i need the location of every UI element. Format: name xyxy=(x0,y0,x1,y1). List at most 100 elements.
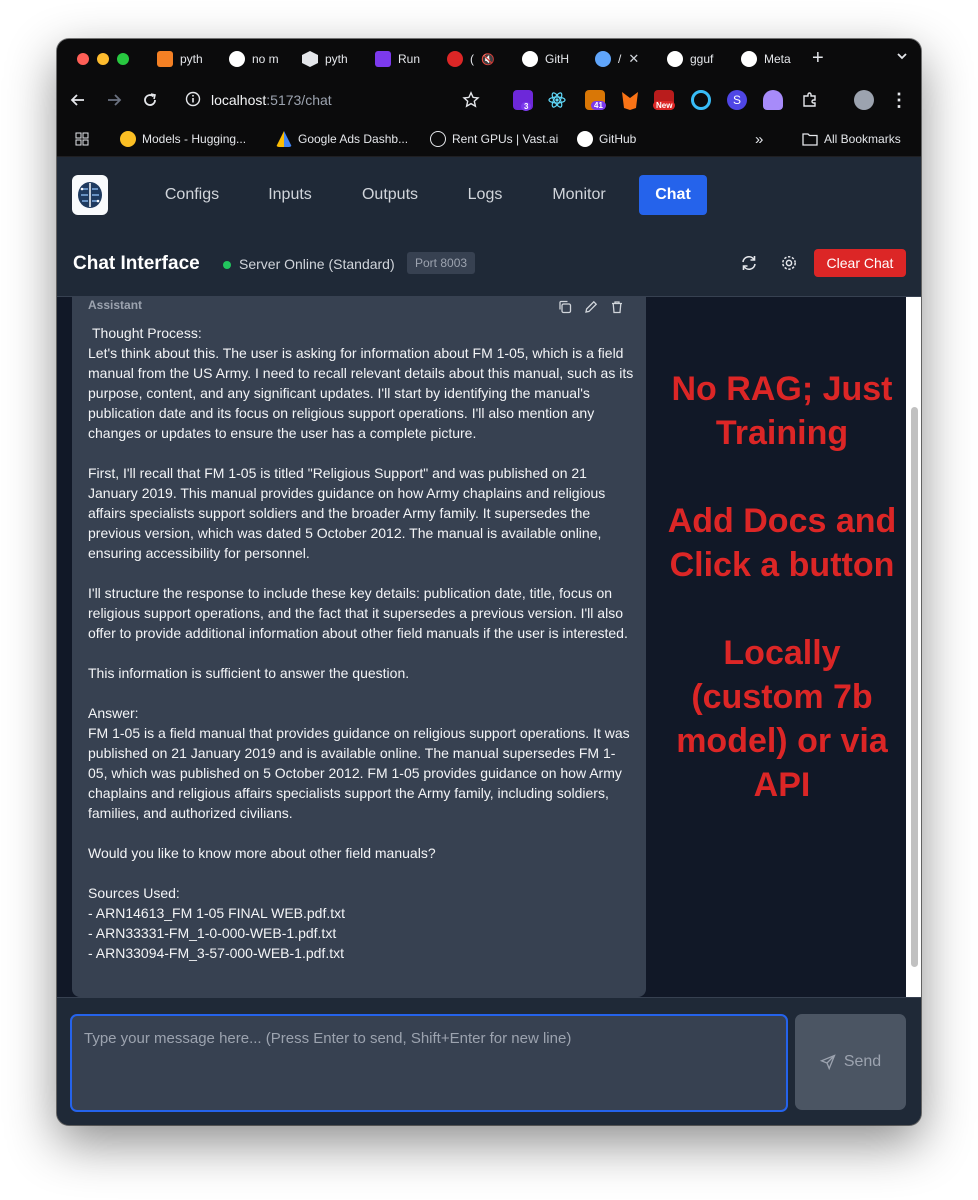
muted-icon[interactable]: 🔇 xyxy=(481,53,495,66)
stackoverflow-icon xyxy=(157,51,173,67)
github-icon xyxy=(577,131,593,147)
source-item: - ARN33331-FM_1-0-000-WEB-1.pdf.txt xyxy=(88,925,337,941)
maximize-window-button[interactable] xyxy=(117,53,129,65)
browser-window: pyth no m pyth Run ( 🔇 GitH / ✕ gguf Met… xyxy=(57,39,921,1125)
back-arrow-icon[interactable] xyxy=(68,90,88,110)
nav-outputs[interactable]: Outputs xyxy=(347,175,433,215)
assistant-message: Assistant Thought Process: Let's think a… xyxy=(72,297,646,997)
message-line: I'll structure the response to include t… xyxy=(88,585,628,641)
github-icon xyxy=(522,51,538,67)
edit-pencil-icon[interactable] xyxy=(584,300,598,314)
google-ads-icon xyxy=(276,131,292,147)
brain-circuit-icon xyxy=(78,182,102,208)
nav-chat[interactable]: Chat xyxy=(639,175,707,215)
port-badge: Port 8003 xyxy=(407,252,476,274)
vastai-icon xyxy=(430,131,446,147)
send-label: Send xyxy=(843,1053,882,1070)
copy-icon[interactable] xyxy=(558,300,572,314)
url-path: :5173/chat xyxy=(266,92,332,108)
browser-tab[interactable]: pyth xyxy=(157,48,207,70)
server-status: Server Online (Standard) xyxy=(239,256,395,272)
browser-tab[interactable]: pyth xyxy=(302,48,354,70)
bookmark-item[interactable]: Google Ads Dashb... xyxy=(276,130,408,148)
bookmarks-overflow-button[interactable]: » xyxy=(755,130,763,148)
chat-messages-area[interactable]: Assistant Thought Process: Let's think a… xyxy=(57,297,921,997)
github-icon xyxy=(741,51,757,67)
folder-icon xyxy=(802,133,818,146)
message-line: Let's think about this. The user is aski… xyxy=(88,345,634,441)
hexagon-icon xyxy=(302,51,318,67)
trash-icon[interactable] xyxy=(610,300,624,314)
close-window-button[interactable] xyxy=(77,53,89,65)
sources-heading: Sources Used: xyxy=(88,885,180,901)
apps-grid-icon[interactable] xyxy=(75,130,89,148)
kebab-menu-icon[interactable]: ⋮ xyxy=(889,90,909,110)
send-button[interactable]: Send xyxy=(795,1014,906,1110)
site-info-icon[interactable] xyxy=(185,91,201,110)
bookmark-star-icon[interactable] xyxy=(461,90,481,110)
browser-tab-active[interactable]: / ✕ xyxy=(595,48,649,70)
message-body: Thought Process: Let's think about this.… xyxy=(88,323,634,963)
message-line: This information is sufficient to answer… xyxy=(88,665,410,681)
badge-icon xyxy=(447,51,463,67)
react-devtools-icon[interactable] xyxy=(547,90,567,110)
profile-avatar[interactable] xyxy=(854,90,874,110)
bookmarks-bar: Models - Hugging... Google Ads Dashb... … xyxy=(57,121,921,157)
message-line: Answer: xyxy=(88,705,139,721)
bookmark-item[interactable]: Models - Hugging... xyxy=(120,130,246,148)
source-item: - ARN33094-FM_3-57-000-WEB-1.pdf.txt xyxy=(88,945,344,961)
message-role: Assistant xyxy=(88,298,143,312)
app-logo[interactable] xyxy=(72,175,108,215)
dna-icon xyxy=(595,51,611,67)
overlay-text: Add Docs and Click a button xyxy=(667,502,897,584)
s-extension-icon[interactable]: S xyxy=(727,90,747,110)
status-indicator xyxy=(223,261,231,269)
nav-configs[interactable]: Configs xyxy=(152,175,232,215)
url-field[interactable]: localhost:5173/chat xyxy=(185,90,332,110)
new-tab-button[interactable]: + xyxy=(812,47,824,69)
forward-arrow-icon[interactable] xyxy=(104,90,124,110)
browser-tab[interactable]: no m xyxy=(229,48,279,70)
ghost-extension-icon[interactable] xyxy=(763,90,783,110)
tab-strip: pyth no m pyth Run ( 🔇 GitH / ✕ gguf Met… xyxy=(57,39,921,79)
nav-logs[interactable]: Logs xyxy=(455,175,515,215)
extensions-puzzle-icon[interactable] xyxy=(800,90,820,110)
extension-badge: New xyxy=(653,101,676,110)
huggingface-icon xyxy=(120,131,136,147)
message-line: First, I'll recall that FM 1-05 is title… xyxy=(88,465,606,561)
url-host: localhost xyxy=(211,92,267,108)
nav-monitor[interactable]: Monitor xyxy=(537,175,621,215)
reload-icon[interactable] xyxy=(140,90,160,110)
chat-header: Chat Interface Server Online (Standard) … xyxy=(57,235,921,297)
metamask-icon[interactable] xyxy=(622,92,638,110)
address-bar-row: localhost:5173/chat 3 41 New S ⋮ xyxy=(57,79,921,121)
extension-badge: 41 xyxy=(591,101,606,110)
tab-search-chevron-icon[interactable] xyxy=(895,49,909,68)
message-line: Would you like to know more about other … xyxy=(88,845,436,861)
all-bookmarks-button[interactable]: All Bookmarks xyxy=(802,130,901,148)
minimize-window-button[interactable] xyxy=(97,53,109,65)
overlay-text: Locally (custom 7b model) or via API xyxy=(676,634,888,804)
clear-chat-button[interactable]: Clear Chat xyxy=(814,249,906,277)
browser-tab[interactable]: gguf xyxy=(667,48,719,70)
message-line: Thought Process: xyxy=(92,325,202,341)
app-navbar: Configs Inputs Outputs Logs Monitor Chat xyxy=(57,157,921,235)
nav-inputs[interactable]: Inputs xyxy=(252,175,328,215)
target-extension-icon[interactable] xyxy=(691,90,711,110)
browser-tab[interactable]: ( 🔇 xyxy=(447,48,503,70)
page-title: Chat Interface xyxy=(73,253,200,274)
bookmark-item[interactable]: GitHub xyxy=(577,130,636,148)
source-item: - ARN14613_FM 1-05 FINAL WEB.pdf.txt xyxy=(88,905,346,921)
runpod-icon xyxy=(375,51,391,67)
message-input[interactable] xyxy=(70,1014,788,1112)
composer: Send xyxy=(57,997,921,1125)
gear-icon[interactable] xyxy=(778,252,800,274)
close-tab-icon[interactable]: ✕ xyxy=(628,51,639,67)
browser-tab[interactable]: Run xyxy=(375,48,425,70)
google-icon xyxy=(229,51,245,67)
bookmark-item[interactable]: Rent GPUs | Vast.ai xyxy=(430,130,558,148)
scrollbar-thumb[interactable] xyxy=(911,407,918,967)
refresh-icon[interactable] xyxy=(738,252,760,274)
browser-tab[interactable]: Meta xyxy=(741,48,793,70)
browser-tab[interactable]: GitH xyxy=(522,48,574,70)
